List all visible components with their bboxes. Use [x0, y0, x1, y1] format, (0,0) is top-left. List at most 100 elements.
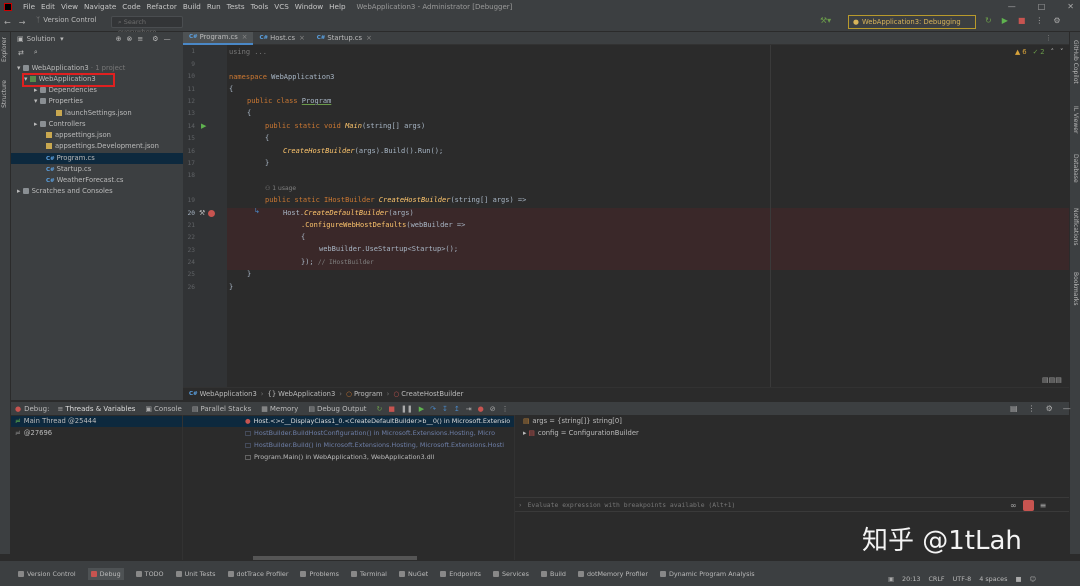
run-to-cursor-icon[interactable]: ⇥ — [466, 405, 472, 413]
menu-build[interactable]: Build — [180, 2, 204, 11]
more-icon[interactable]: ⋮ — [502, 405, 509, 413]
mute-breakpoints-icon[interactable]: ⊘ — [490, 405, 496, 413]
code-brace[interactable]: } — [247, 270, 251, 278]
stop-icon[interactable]: ■ — [1018, 16, 1026, 25]
database-tool-tab[interactable]: Database — [1072, 154, 1079, 183]
chevron-down-icon[interactable]: ▾ — [60, 35, 64, 43]
close-icon[interactable]: × — [299, 34, 305, 42]
forward-icon[interactable]: → — [15, 18, 30, 27]
code-namespace[interactable]: namespace WebApplication3 — [229, 73, 334, 81]
gear-icon[interactable]: ⚙ — [1046, 404, 1053, 413]
code-main-decl[interactable]: public static void Main(string[] args) — [265, 122, 425, 130]
copilot-tool-tab[interactable]: GitHub Copilot — [1072, 40, 1079, 84]
hide-icon[interactable]: — — [1063, 404, 1071, 413]
file-encoding[interactable]: UTF-8 — [953, 575, 972, 583]
tree-item-controllers[interactable]: ▸ Controllers — [34, 120, 86, 128]
reader-mode-icon[interactable]: ▤▤▤ — [1042, 376, 1062, 384]
minimize-icon[interactable]: — — [1008, 2, 1016, 11]
menu-edit[interactable]: Edit — [38, 2, 58, 11]
tab-parallel-stacks[interactable]: Parallel Stacks — [200, 405, 251, 413]
tab-host-cs[interactable]: C# Host.cs × — [253, 32, 310, 45]
breakpoint-toggle-icon[interactable] — [1022, 500, 1034, 511]
run-configuration-select[interactable]: ● WebApplication3: Debugging — [848, 15, 976, 29]
tabs-more-icon[interactable]: ⋮ — [1045, 34, 1052, 42]
code-using[interactable]: using ... — [229, 48, 267, 56]
rerun-icon[interactable]: ↻ — [985, 16, 992, 25]
close-icon[interactable]: × — [242, 33, 248, 41]
explorer-tool-tab[interactable]: Explorer — [1, 37, 8, 62]
tab-debug-output[interactable]: Debug Output — [317, 405, 367, 413]
more-icon[interactable]: ⋮ — [1028, 404, 1036, 413]
lock-icon[interactable]: ■ — [1015, 575, 1021, 583]
breadcrumb-item[interactable]: WebApplication3 — [278, 390, 335, 398]
menu-view[interactable]: View — [58, 2, 81, 11]
code-class-decl[interactable]: public class Program — [247, 97, 331, 105]
indent-setting[interactable]: 4 spaces — [979, 575, 1007, 583]
tab-startup-cs[interactable]: C# Startup.cs × — [311, 32, 378, 45]
close-icon[interactable]: × — [366, 34, 372, 42]
status-dotmemory[interactable]: dotMemory Profiler — [577, 570, 648, 578]
chevron-up-icon[interactable]: ˄ — [1051, 48, 1054, 56]
code-create-call[interactable]: CreateHostBuilder(args).Build().Run(); — [283, 147, 443, 155]
code-brace[interactable]: } — [265, 159, 269, 167]
il-viewer-tool-tab[interactable]: IL Viewer — [1072, 106, 1079, 133]
thread-item[interactable]: ≓ @27696 — [15, 429, 52, 437]
code-chb-decl[interactable]: public static IHostBuilder CreateHostBui… — [265, 196, 526, 204]
more-icon[interactable]: ⋮ — [1035, 16, 1043, 25]
menu-tools[interactable]: Tools — [248, 2, 272, 11]
step-into-icon[interactable]: ↧ — [442, 405, 448, 413]
tree-item-startup-cs[interactable]: C# Startup.cs — [46, 165, 91, 173]
tree-item-appsettings[interactable]: appsettings.json — [46, 131, 111, 139]
code-brace[interactable]: } — [229, 283, 233, 291]
tree-item-program-cs[interactable]: C# Program.cs — [46, 154, 95, 162]
frame-item[interactable]: □ HostBuilder.BuildHostConfiguration() in… — [245, 429, 495, 437]
tree-item-launchsettings[interactable]: launchSettings.json — [56, 109, 132, 117]
smile-icon[interactable]: ☺ — [1029, 575, 1036, 583]
structure-tool-tab[interactable]: Structure — [1, 80, 8, 108]
code-brace[interactable]: { — [301, 233, 305, 241]
menu-refactor[interactable]: Refactor — [144, 2, 180, 11]
code-brace[interactable]: { — [247, 109, 251, 117]
breadcrumb-item[interactable]: WebApplication3 — [200, 390, 257, 398]
chevron-down-icon[interactable]: ˅ — [1060, 48, 1063, 56]
layout-icon[interactable]: ▤ — [1010, 404, 1018, 413]
breadcrumb-item[interactable]: CreateHostBuilder — [401, 390, 463, 398]
code-configure-line[interactable]: .ConfigureWebHostDefaults(webBuilder => — [301, 221, 465, 229]
frame-item[interactable]: □ Program.Main() in WebApplication3, WebA… — [245, 453, 434, 461]
cursor-position[interactable]: 20:13 — [902, 575, 920, 583]
frame-item[interactable]: ● Host.<>c__DisplayClass1_0.<CreateDefaul… — [245, 417, 510, 425]
tree-item-appsettings-dev[interactable]: appsettings.Development.json — [46, 142, 159, 150]
menu-navigate[interactable]: Navigate — [81, 2, 119, 11]
menu-code[interactable]: Code — [119, 2, 143, 11]
tab-memory[interactable]: Memory — [270, 405, 298, 413]
status-endpoints[interactable]: Endpoints — [440, 570, 481, 578]
status-dottrace[interactable]: dotTrace Profiler — [227, 570, 288, 578]
run-icon[interactable]: ▶ — [1002, 16, 1008, 25]
status-nuget[interactable]: NuGet — [398, 570, 428, 578]
status-services[interactable]: Services — [492, 570, 529, 578]
tab-program-cs[interactable]: C# Program.cs × — [183, 31, 254, 45]
run-gutter-icon[interactable]: ▶ — [201, 122, 206, 130]
status-vcs[interactable]: Version Control — [18, 570, 76, 578]
menu-file[interactable]: File — [20, 2, 38, 11]
inspection-widget[interactable]: ▲ 6 ✓ 2 ˄ ˅ — [1015, 48, 1063, 56]
settings-icon[interactable]: ⚙ — [1053, 16, 1060, 25]
collapse-icon[interactable]: ⇄ — [18, 49, 24, 57]
menu-vcs[interactable]: VCS — [271, 2, 292, 11]
tree-item-dependencies[interactable]: ▸ Dependencies — [34, 86, 97, 94]
back-icon[interactable]: ← — [0, 18, 15, 27]
status-dpa[interactable]: Dynamic Program Analysis — [659, 570, 755, 578]
code-close-line[interactable]: }); // IHostBuilder — [301, 258, 374, 266]
hide-icon[interactable]: — — [164, 35, 171, 43]
code-host-line[interactable]: Host.CreateDefaultBuilder(args) — [283, 209, 414, 217]
search-icon[interactable]: ⌕ — [34, 48, 38, 57]
build-hammer-icon[interactable]: ⚒▾ — [820, 16, 831, 25]
tree-item-solution[interactable]: ▾ WebApplication3 · 1 project — [17, 64, 125, 72]
status-unit-tests[interactable]: Unit Tests — [175, 570, 216, 578]
breadcrumb-item[interactable]: Program — [354, 390, 383, 398]
code-brace[interactable]: { — [265, 134, 269, 142]
variable-item[interactable]: ▸ ▤ config = ConfigurationBuilder — [523, 429, 639, 437]
stop-icon[interactable]: ■ — [388, 405, 395, 413]
hammer-gutter-icon[interactable]: ⚒ — [199, 209, 205, 217]
variable-item[interactable]: ▤ args = {string[]} string[0] — [523, 417, 622, 425]
